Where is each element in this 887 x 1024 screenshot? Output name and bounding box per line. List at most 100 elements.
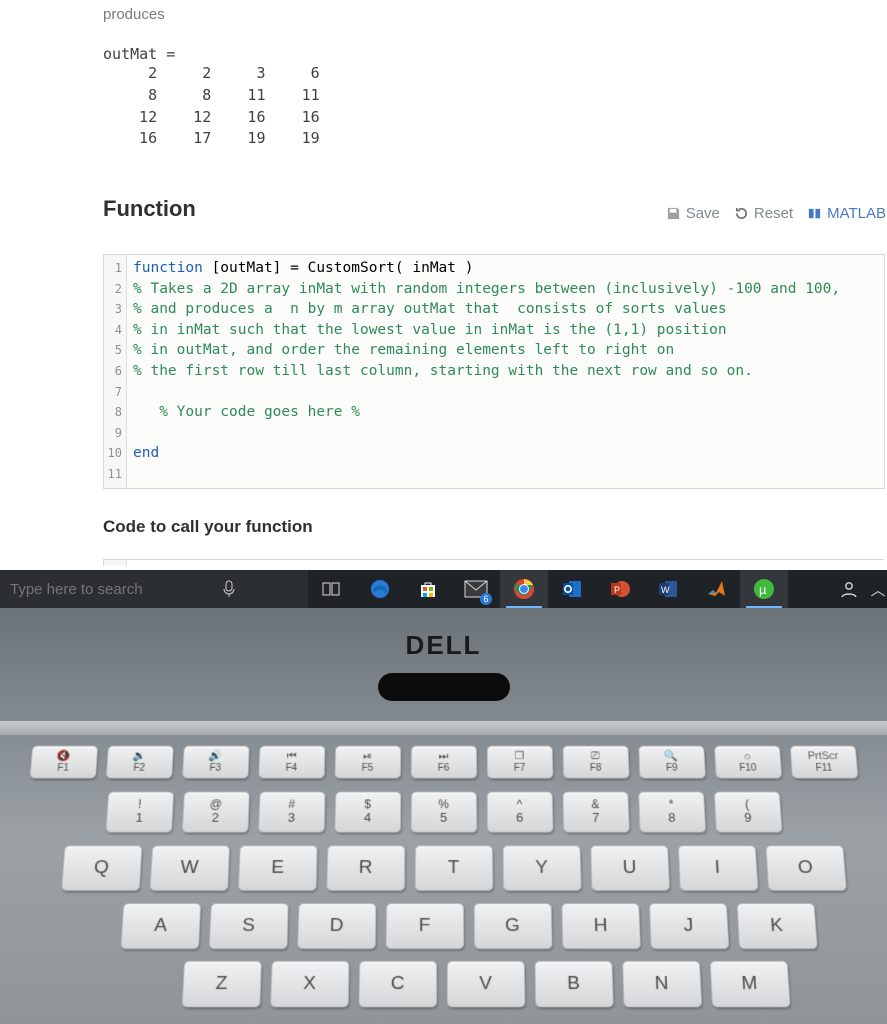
keyboard-key: F [385, 903, 463, 949]
keyboard-key: 🔇F1 [29, 746, 97, 779]
reset-icon [734, 206, 749, 221]
matlab-icon[interactable] [692, 570, 740, 608]
line-number: 10 [106, 443, 122, 464]
chrome-icon[interactable] [500, 570, 548, 608]
matlab-doc-button[interactable]: MATLAB [807, 205, 886, 222]
keyboard-key: A [120, 903, 201, 949]
save-button[interactable]: Save [666, 205, 720, 222]
edge-icon[interactable] [356, 570, 404, 608]
keyboard: 🔇F1🔉F2 🔊F3 ⏮F4 ⏯F5 ⏭F6 ❐F7 ⎚F8 🔍F9 ☼F10PrtScrF11… [0, 735, 887, 1007]
keyboard-key: Z [181, 961, 261, 1007]
keyboard-key: @2 [181, 792, 249, 833]
save-label: Save [686, 205, 720, 222]
chevron-up-icon[interactable]: ︿ [869, 579, 887, 600]
code-comment: % Your code goes here % [133, 404, 360, 420]
keyboard-key: ❐F7 [486, 746, 552, 779]
keyboard-key: &7 [562, 792, 629, 833]
keyboard-key: K [736, 903, 817, 949]
keyboard-key: U [590, 845, 670, 890]
code-comment: % the first row till last column, starti… [133, 363, 753, 379]
windows-taskbar[interactable]: 6 P W µ ︿ [0, 570, 887, 608]
svg-text:P: P [614, 585, 620, 595]
line-number: 8 [106, 402, 122, 423]
svg-text:µ: µ [759, 582, 767, 597]
browser-viewport: produces outMat = 2 2 3 6 8 8 11 11 12 1… [0, 0, 887, 570]
taskbar-search[interactable] [0, 570, 308, 608]
keyboard-key: V [446, 961, 524, 1007]
keyboard-key: T [414, 845, 492, 890]
code-editor[interactable]: 1 2 3 4 5 6 7 8 9 10 11 function [outMat… [103, 254, 885, 489]
keyboard-key: 🔍F9 [638, 746, 705, 779]
outmat-label: outMat = [103, 45, 887, 63]
outmat-matrix: 2 2 3 6 8 8 11 11 12 12 16 16 16 17 19 1… [121, 63, 887, 150]
mail-icon[interactable]: 6 [452, 570, 500, 608]
keyboard-key: R [326, 845, 405, 890]
laptop-body: DELL 🔇F1🔉F2🔊F3⏮F4⏯F5⏭F6❐F7⎚F8🔍F9☼F10PrtS… [0, 608, 887, 1024]
keyboard-key: E [238, 845, 317, 890]
code-comment: % Takes a 2D array inMat with random int… [133, 281, 840, 297]
keyboard-key: 🔊F3 [182, 746, 249, 779]
call-function-title: Code to call your function [103, 517, 887, 537]
store-icon[interactable] [404, 570, 452, 608]
reset-button[interactable]: Reset [734, 205, 793, 222]
keyboard-key: %5 [410, 792, 476, 833]
mail-badge: 6 [480, 593, 492, 605]
code-area[interactable]: function [outMat] = CustomSort( inMat ) … [127, 255, 884, 488]
word-icon[interactable]: W [644, 570, 692, 608]
line-number: 4 [106, 320, 122, 341]
line-number: 1 [106, 258, 122, 279]
line-number: 6 [106, 361, 122, 382]
search-input[interactable] [8, 580, 222, 599]
svg-text:W: W [661, 585, 670, 595]
keyboard-key: J [649, 903, 729, 949]
line-number: 5 [106, 340, 122, 361]
keyboard-key: H [561, 903, 640, 949]
matlab-label: MATLAB [827, 205, 886, 222]
people-icon[interactable] [829, 579, 869, 599]
line-number: 11 [106, 464, 122, 485]
code-comment: % in inMat such that the lowest value in… [133, 322, 727, 338]
keyboard-key: C [358, 961, 436, 1007]
code-text: [outMat] = CustomSort( inMat ) [203, 260, 474, 276]
keyboard-key: B [534, 961, 613, 1007]
code-comment: % in outMat, and order the remaining ele… [133, 342, 674, 358]
keyboard-key: ⎚F8 [562, 746, 629, 779]
task-view-icon[interactable] [308, 570, 356, 608]
keyboard-key: ⏭F6 [410, 746, 476, 779]
outlook-icon[interactable] [548, 570, 596, 608]
keyboard-key: (9 [713, 792, 781, 833]
utorrent-icon[interactable]: µ [740, 570, 788, 608]
keyboard-key: Q [61, 845, 142, 890]
editor-toolbar: Save Reset MATLAB [666, 205, 886, 222]
keyboard-key: Y [502, 845, 581, 890]
taskbar-icons: 6 P W µ [308, 570, 788, 608]
keyboard-key: ⏯F5 [334, 746, 400, 779]
code-keyword: function [133, 260, 203, 276]
keyboard-key: !1 [105, 792, 173, 833]
keyboard-key: G [473, 903, 552, 949]
save-icon [666, 206, 681, 221]
keyboard-key: 🔉F2 [105, 746, 173, 779]
microphone-icon[interactable] [222, 580, 236, 598]
keyboard-key: M [709, 961, 790, 1007]
keyboard-key: PrtScrF11 [789, 746, 857, 779]
code-keyword: end [133, 445, 159, 461]
keyboard-key: W [149, 845, 229, 890]
call-code-editor[interactable] [103, 559, 884, 566]
code-comment: % and produces a n by m array outMat tha… [133, 301, 727, 317]
line-number: 2 [106, 279, 122, 300]
produces-label: produces [103, 0, 887, 23]
keyboard-key: O [765, 845, 846, 890]
line-number: 7 [106, 382, 122, 403]
keyboard-key: $4 [334, 792, 401, 833]
keyboard-key: ^6 [486, 792, 553, 833]
keyboard-key: S [208, 903, 288, 949]
powerpoint-icon[interactable]: P [596, 570, 644, 608]
keyboard-key: #3 [258, 792, 325, 833]
keyboard-key: ☼F10 [714, 746, 782, 779]
line-number: 9 [106, 423, 122, 444]
line-number: 3 [106, 299, 122, 320]
hinge [0, 721, 887, 735]
keyboard-key: ⏮F4 [258, 746, 325, 779]
keyboard-key: D [297, 903, 376, 949]
